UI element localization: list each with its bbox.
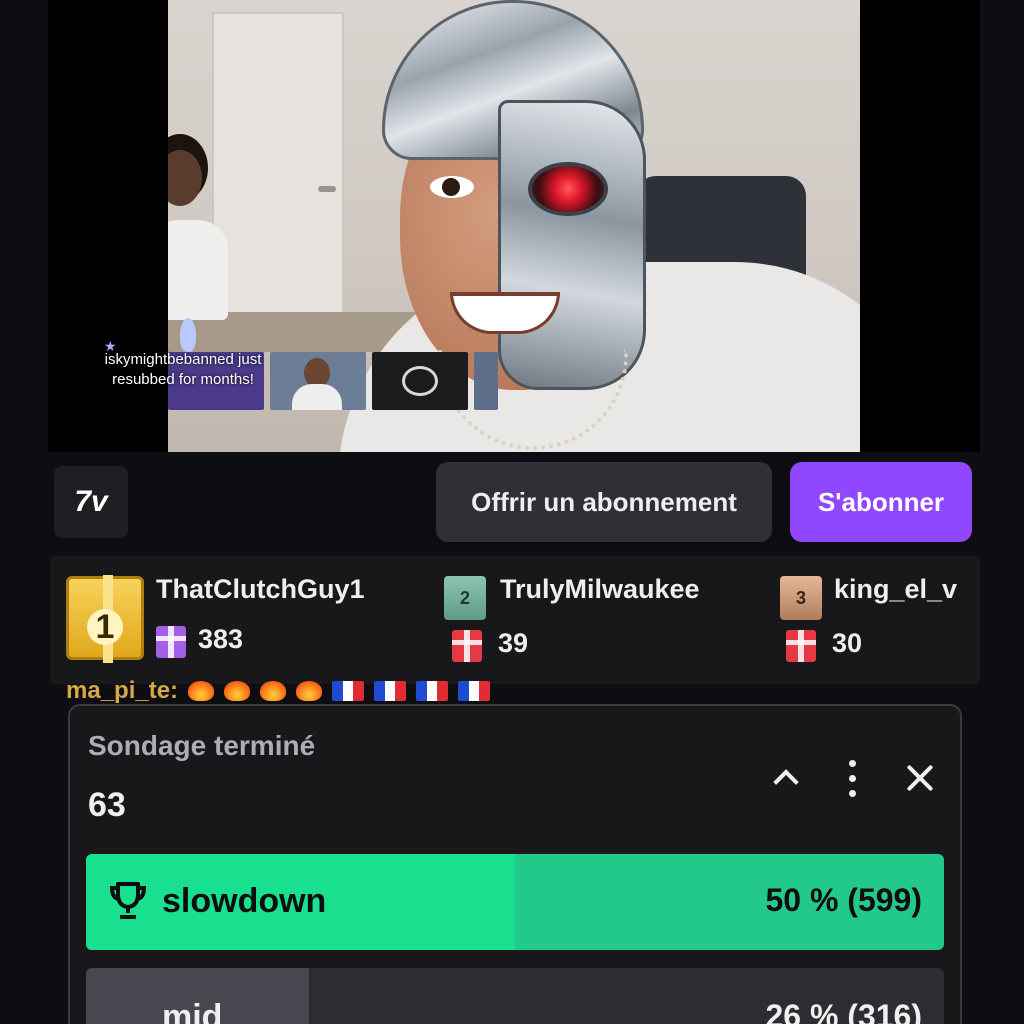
overlay-thumbnail <box>474 352 498 410</box>
collapse-poll-button[interactable] <box>764 756 808 800</box>
chat-message: ma_pi_te: <box>66 676 491 706</box>
gift-icon <box>156 626 186 658</box>
overlay-thumbnail <box>372 352 468 410</box>
fire-emote-icon <box>296 681 323 701</box>
rank-1-gift-icon: 1 <box>66 575 144 663</box>
more-options-button[interactable] <box>830 756 874 800</box>
chevron-up-icon <box>773 769 799 795</box>
france-flag-emote-icon <box>332 681 365 701</box>
rank-number: 2 <box>459 587 470 608</box>
france-flag-emote-icon <box>458 681 491 701</box>
close-icon <box>905 763 935 793</box>
poll-title: 63 <box>88 786 126 824</box>
leaderboard-username: king_el_v <box>834 574 958 604</box>
fire-emote-icon <box>224 681 251 701</box>
rank-number: 1 <box>87 608 123 646</box>
poll-option-label: slowdown <box>162 882 327 920</box>
poll-option-result: 26 % (316) <box>765 998 922 1024</box>
video-player[interactable]: ★ iskymightbebanned just resubbed for mo… <box>48 0 980 452</box>
leaderboard-username: ThatClutchGuy1 <box>156 574 365 604</box>
poll-option-label: mid <box>162 998 223 1024</box>
gift-count: 30 <box>832 628 863 658</box>
7tv-extension-button[interactable]: 7v <box>54 466 128 538</box>
chat-username[interactable]: ma_pi_te: <box>66 677 178 705</box>
leaderboard-entry[interactable]: TrulyMilwaukee 39 <box>452 574 700 670</box>
leaderboard-username: TrulyMilwaukee <box>500 574 700 604</box>
rank-number: 3 <box>795 587 806 608</box>
resub-alert-icon <box>180 318 196 352</box>
gift-leaderboard: 1 ThatClutchGuy1 383 2 TrulyMilwaukee 39… <box>50 556 980 684</box>
cyborg-red-eye <box>528 162 608 216</box>
france-flag-emote-icon <box>374 681 407 701</box>
france-flag-emote-icon <box>416 681 449 701</box>
poll-option: mid 26 % (316) <box>86 968 944 1024</box>
fire-emote-icon <box>188 681 215 701</box>
gift-subscription-button[interactable]: Offrir un abonnement <box>436 462 772 542</box>
rank-2-gift-icon: 2 <box>444 576 486 620</box>
more-vertical-icon <box>848 759 856 797</box>
gift-count: 383 <box>198 624 244 654</box>
resub-alert-text: iskymightbebanned just resubbed for mont… <box>104 351 262 388</box>
mobile-stream-view: ★ iskymightbebanned just resubbed for mo… <box>0 0 1024 1024</box>
gift-icon <box>786 630 816 662</box>
poll-card: Sondage terminé 63 slowdown 50 % (599) m… <box>68 704 962 1024</box>
trophy-icon <box>109 882 147 919</box>
poll-option-result: 50 % (599) <box>765 882 922 918</box>
background-person <box>168 150 238 330</box>
gift-count: 39 <box>498 628 529 658</box>
streamer-eye <box>430 176 474 198</box>
poll-status: Sondage terminé <box>88 730 316 761</box>
leaderboard-entry[interactable]: king_el_v 30 <box>786 574 958 670</box>
overlay-thumbnail <box>270 352 366 410</box>
subscribe-button[interactable]: S'abonner <box>790 462 972 542</box>
fire-emote-icon <box>260 681 287 701</box>
cyborg-helmet-side <box>498 100 646 390</box>
poll-option-winner: slowdown 50 % (599) <box>86 854 944 950</box>
close-poll-button[interactable] <box>898 756 942 800</box>
rank-3-gift-icon: 3 <box>780 576 822 620</box>
gift-icon <box>452 630 482 662</box>
leaderboard-entry[interactable]: ThatClutchGuy1 383 <box>156 574 365 670</box>
